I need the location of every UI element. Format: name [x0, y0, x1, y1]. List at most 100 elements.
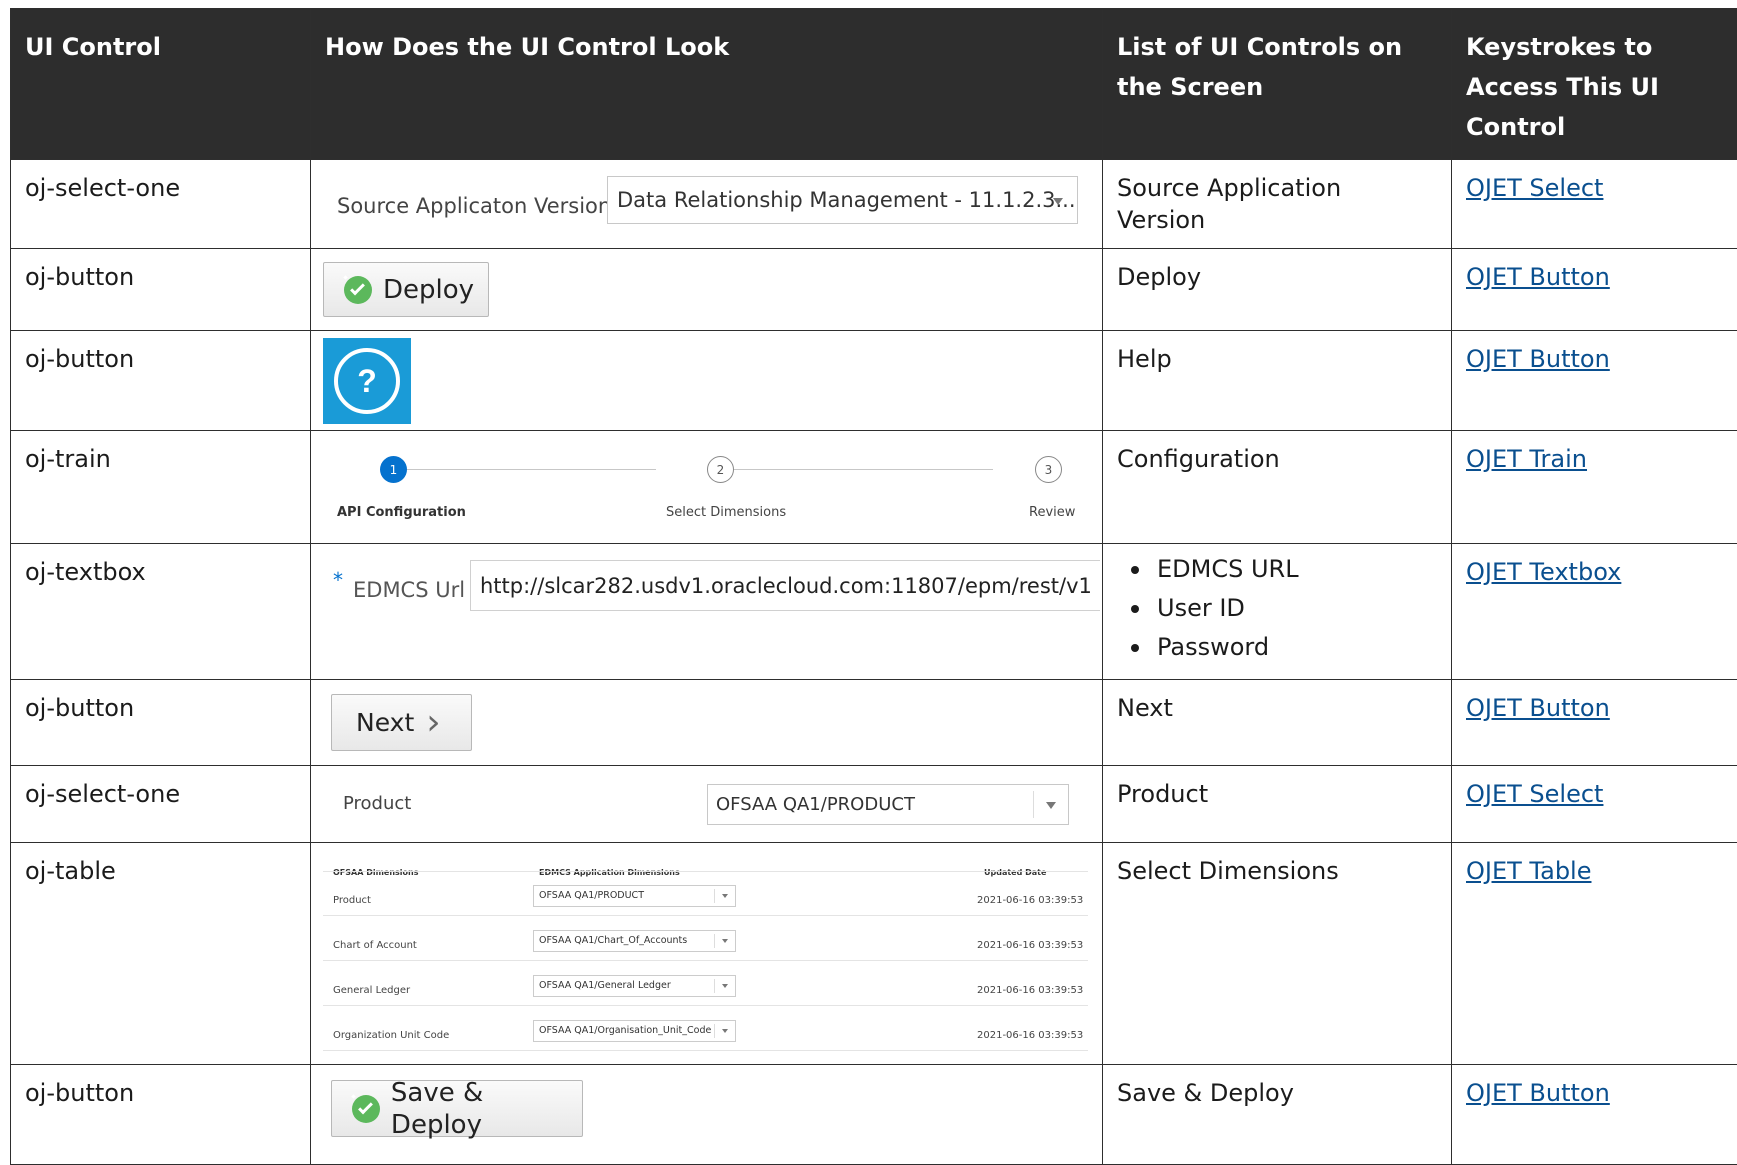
preview-cell: Source Applicaton Version: Data Relation… [311, 160, 1103, 249]
dim-name: Product [333, 885, 371, 917]
updated-date: 2021-06-16 03:39:53 [977, 1020, 1083, 1052]
product-label: Product [343, 788, 411, 820]
table-row: oj-button ? Help OJET Button [11, 331, 1737, 431]
edmcs-url-value: http://slcar282.usdv1.oraclecloud.com:11… [480, 570, 1092, 602]
screen-controls: Select Dimensions [1103, 843, 1452, 1065]
train-step-3[interactable]: 3 [1035, 456, 1062, 483]
screen-item: Product [1117, 780, 1208, 808]
keystroke-link[interactable]: OJET Button [1466, 1079, 1610, 1107]
keystroke-link[interactable]: OJET Button [1466, 263, 1610, 291]
screen-item: Next [1117, 694, 1173, 722]
train-step-2[interactable]: 2 [707, 456, 734, 483]
screen-controls: Save & Deploy [1103, 1065, 1452, 1165]
control-name: oj-train [11, 431, 311, 544]
train-step-3-label: Review [1029, 497, 1075, 529]
edmcs-url-input[interactable]: http://slcar282.usdv1.oraclecloud.com:11… [470, 560, 1100, 611]
preview-cell: OFSAA Dimensions EDMCS Application Dimen… [311, 843, 1103, 1065]
table-row: oj-table OFSAA Dimensions EDMCS Applicat… [11, 843, 1737, 1065]
header-keystrokes: Keystrokes to Access This UI Control [1452, 9, 1737, 160]
help-button[interactable]: ? [323, 338, 411, 424]
keystroke-cell: OJET Button [1452, 331, 1737, 431]
control-name: oj-select-one [11, 160, 311, 249]
deploy-button[interactable]: Deploy [323, 262, 489, 317]
train-step-2-label: Select Dimensions [666, 497, 786, 529]
keystroke-link[interactable]: OJET Select [1466, 780, 1603, 808]
table-divider [323, 915, 1088, 916]
screen-controls: Configuration [1103, 431, 1452, 544]
train-step-1-label: API Configuration [337, 497, 466, 529]
keystroke-cell: OJET Button [1452, 1065, 1737, 1165]
chevron-down-icon [722, 984, 728, 988]
edmcs-dimension-value: OFSAA QA1/Organisation_Unit_Code [539, 1015, 711, 1047]
screen-item: Help [1117, 345, 1172, 373]
keystroke-cell: OJET Textbox [1452, 544, 1737, 680]
keystroke-cell: OJET Button [1452, 680, 1737, 766]
help-icon: ? [334, 348, 400, 414]
source-version-value: Data Relationship Management - 11.1.2.3.… [617, 184, 1076, 216]
edmcs-dimension-value: OFSAA QA1/PRODUCT [539, 880, 644, 912]
updated-date: 2021-06-16 03:39:53 [977, 885, 1083, 917]
edmcs-dimension-select[interactable]: OFSAA QA1/PRODUCT [533, 885, 736, 907]
table-row: oj-button Next › Next OJET Button [11, 680, 1737, 766]
table-row: oj-button Deploy Deploy OJET Button [11, 249, 1737, 331]
control-name: oj-button [11, 331, 311, 431]
train-step-number: 1 [390, 454, 398, 486]
screen-item: Save & Deploy [1117, 1079, 1294, 1107]
chevron-down-icon [722, 939, 728, 943]
chevron-down-icon [722, 894, 728, 898]
edmcs-dimension-select[interactable]: OFSAA QA1/Chart_Of_Accounts [533, 930, 736, 952]
table-divider [323, 960, 1088, 961]
chevron-down-icon [722, 1029, 728, 1033]
source-version-label: Source Applicaton Version: [337, 190, 618, 222]
list-item: User ID [1131, 589, 1437, 628]
preview-cell: Save & Deploy [311, 1065, 1103, 1165]
preview-cell: Product OFSAA QA1/PRODUCT [311, 766, 1103, 843]
dim-name: Organization Unit Code [333, 1020, 449, 1052]
control-name: oj-select-one [11, 766, 311, 843]
table-divider [323, 1050, 1088, 1051]
table-divider [323, 871, 1088, 872]
train-step-1[interactable]: 1 [380, 456, 407, 483]
screen-controls: Source Application Version [1103, 160, 1452, 249]
preview-cell: * EDMCS Url http://slcar282.usdv1.oracle… [311, 544, 1103, 680]
table-divider [323, 1005, 1088, 1006]
chevron-down-icon [1053, 198, 1063, 205]
keystroke-link[interactable]: OJET Textbox [1466, 558, 1621, 586]
edmcs-dimension-value: OFSAA QA1/Chart_Of_Accounts [539, 925, 687, 957]
screen-item: Source Application Version [1117, 174, 1341, 234]
edmcs-dimension-select[interactable]: OFSAA QA1/Organisation_Unit_Code [533, 1020, 736, 1042]
updated-date: 2021-06-16 03:39:53 [977, 930, 1083, 962]
keystroke-link[interactable]: OJET Button [1466, 345, 1610, 373]
screen-controls: Help [1103, 331, 1452, 431]
train-step-number: 3 [1045, 454, 1053, 486]
header-ui-control: UI Control [11, 9, 311, 160]
product-select-value: OFSAA QA1/PRODUCT [716, 789, 915, 821]
list-item: EDMCS URL [1131, 550, 1437, 589]
updated-date: 2021-06-16 03:39:53 [977, 975, 1083, 1007]
select-separator [1033, 791, 1034, 818]
header-row: UI Control How Does the UI Control Look … [11, 9, 1737, 160]
keystroke-link[interactable]: OJET Train [1466, 445, 1587, 473]
screen-item: Deploy [1117, 263, 1201, 291]
select-separator [714, 889, 715, 903]
header-look: How Does the UI Control Look [311, 9, 1103, 160]
keystroke-link[interactable]: OJET Table [1466, 857, 1591, 885]
control-name: oj-button [11, 1065, 311, 1165]
source-version-select[interactable]: Data Relationship Management - 11.1.2.3.… [607, 176, 1078, 224]
edmcs-dimension-select[interactable]: OFSAA QA1/General Ledger [533, 975, 736, 997]
control-name: oj-textbox [11, 544, 311, 680]
save-deploy-button[interactable]: Save & Deploy [331, 1080, 583, 1137]
screen-item-list: EDMCS URL User ID Password [1117, 550, 1437, 667]
required-mark: * [333, 564, 343, 596]
product-select[interactable]: OFSAA QA1/PRODUCT [707, 784, 1069, 825]
screen-controls: EDMCS URL User ID Password [1103, 544, 1452, 680]
next-button[interactable]: Next › [331, 694, 472, 751]
question-mark-glyph: ? [357, 365, 377, 397]
keystroke-link[interactable]: OJET Select [1466, 174, 1603, 202]
keystroke-link[interactable]: OJET Button [1466, 694, 1610, 722]
chevron-down-icon [1046, 802, 1056, 809]
screen-item: Select Dimensions [1117, 857, 1339, 885]
screen-item: Configuration [1117, 445, 1280, 473]
train-step-number: 2 [717, 454, 725, 486]
list-item: Password [1131, 628, 1437, 667]
